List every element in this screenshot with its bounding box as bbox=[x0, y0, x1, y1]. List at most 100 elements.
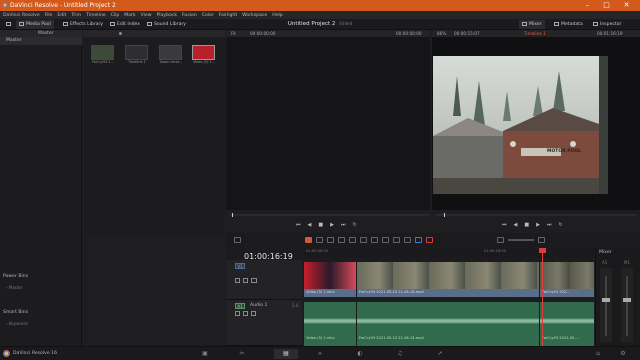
timeline-viewer[interactable]: MOTOR POOL ⏮ ◀ ■ ▶ ⏭ ↻ bbox=[432, 37, 640, 228]
play-icon[interactable]: ▶ bbox=[330, 222, 334, 228]
blade-tool-icon[interactable] bbox=[338, 237, 345, 243]
dynamic-trim-icon[interactable] bbox=[327, 237, 334, 243]
fusion-page-icon[interactable]: ⟡ bbox=[315, 349, 325, 359]
timeline-name[interactable]: Timeline 1 bbox=[524, 31, 546, 36]
selection-tool-icon[interactable] bbox=[305, 237, 312, 243]
smart-bin-keywords[interactable]: › Keywords bbox=[6, 321, 28, 326]
mute-icon[interactable] bbox=[251, 311, 256, 316]
settings-gear-icon[interactable]: ⚙ bbox=[618, 349, 628, 359]
stop-icon[interactable]: ■ bbox=[524, 222, 529, 228]
overwrite-clip-icon[interactable] bbox=[360, 237, 367, 243]
media-clip[interactable]: Timeline 1 bbox=[125, 45, 152, 64]
fairlight-page-icon[interactable]: ♫ bbox=[395, 349, 405, 359]
skip-back-icon[interactable]: ⏮ bbox=[296, 222, 301, 228]
clip-label: FarCry93 2021-05-10 21-06-14.mp4 bbox=[359, 336, 424, 340]
flag-icon[interactable] bbox=[415, 237, 422, 243]
video-enable-icon[interactable] bbox=[251, 278, 257, 283]
zoom-out-icon[interactable] bbox=[497, 237, 504, 243]
fader-knob[interactable] bbox=[623, 298, 631, 302]
loop-icon[interactable]: ↻ bbox=[352, 222, 356, 228]
play-icon[interactable]: ▶ bbox=[536, 222, 540, 228]
playhead-handle[interactable] bbox=[539, 248, 546, 253]
menu-item-help[interactable]: Help bbox=[272, 13, 282, 18]
maximize-button[interactable]: □ bbox=[602, 1, 611, 10]
bin-header: Master bbox=[0, 30, 82, 37]
link-icon[interactable] bbox=[393, 237, 400, 243]
skip-forward-icon[interactable]: ⏭ bbox=[341, 222, 346, 228]
timeline-zoom[interactable]: 86% bbox=[437, 31, 446, 36]
loop-icon[interactable]: ↻ bbox=[558, 222, 562, 228]
media-page-icon[interactable]: ▣ bbox=[200, 349, 210, 359]
skip-back-icon[interactable]: ⏮ bbox=[502, 222, 507, 228]
minimize-button[interactable]: – bbox=[583, 1, 592, 10]
solo-icon[interactable] bbox=[243, 311, 248, 316]
cut-page-icon[interactable]: ✂ bbox=[237, 349, 247, 359]
skip-forward-icon[interactable]: ⏭ bbox=[547, 222, 552, 228]
snapping-icon[interactable] bbox=[382, 237, 389, 243]
play-reverse-icon[interactable]: ◀ bbox=[514, 222, 518, 228]
menu-item-view[interactable]: View bbox=[141, 13, 152, 18]
timeline-ruler[interactable]: 01:00:00:00 01:00:16:00 bbox=[304, 248, 594, 258]
lock-icon[interactable] bbox=[235, 311, 240, 316]
home-icon[interactable]: ⌂ bbox=[593, 349, 603, 359]
timeline-playhead[interactable] bbox=[542, 250, 543, 346]
play-reverse-icon[interactable]: ◀ bbox=[308, 222, 312, 228]
marker-icon[interactable] bbox=[426, 237, 433, 243]
zoom-in-icon[interactable] bbox=[538, 237, 545, 243]
fader-knob[interactable] bbox=[602, 298, 610, 302]
timeline-viewer-playhead[interactable] bbox=[444, 213, 445, 217]
source-zoom[interactable]: Fit bbox=[231, 31, 236, 36]
mixer-button[interactable]: Mixer bbox=[519, 20, 545, 29]
stop-icon[interactable]: ■ bbox=[318, 222, 323, 228]
deliver-page-icon[interactable]: ➚ bbox=[435, 349, 445, 359]
trim-tool-icon[interactable] bbox=[316, 237, 323, 243]
clip-label: Timeline 1 bbox=[128, 60, 146, 64]
menu-item-mark[interactable]: Mark bbox=[124, 13, 135, 18]
media-clip[interactable]: Zoom recor... bbox=[159, 45, 186, 64]
video-clip[interactable]: Video (5) 1.mkv bbox=[304, 262, 356, 297]
menu-item-playback[interactable]: Playback bbox=[157, 13, 178, 18]
video-clip[interactable]: FarCry93 202... bbox=[540, 262, 594, 297]
media-clip[interactable]: Video (5) 1... bbox=[192, 45, 219, 64]
timeline: 01:00:16:19 01:00:00:00 01:00:16:00 V1 A… bbox=[226, 247, 594, 346]
clip-label: Video (5) 1... bbox=[193, 60, 215, 64]
insert-clip-icon[interactable] bbox=[349, 237, 356, 243]
audio-track-id[interactable]: A1 bbox=[235, 303, 245, 309]
replace-clip-icon[interactable] bbox=[371, 237, 378, 243]
menu-item-fusion[interactable]: Fusion bbox=[182, 13, 197, 18]
video-track-id[interactable]: V1 bbox=[235, 263, 245, 269]
inspector-button[interactable]: Inspector bbox=[590, 20, 624, 29]
pointer-tool-icon[interactable] bbox=[234, 237, 241, 243]
zoom-slider[interactable] bbox=[508, 239, 534, 241]
auto-select-icon[interactable] bbox=[243, 278, 248, 283]
position-lock-icon[interactable] bbox=[404, 237, 411, 243]
menu-item-workspace[interactable]: Workspace bbox=[242, 13, 267, 18]
video-clip[interactable]: FarCry93 2021-05-10 21-06-16.mp4 bbox=[357, 262, 539, 297]
audio-clip[interactable]: FarCry93 2021-05-10 21-06-14.mp4 bbox=[357, 302, 539, 346]
edit-page-icon[interactable]: ▤ bbox=[274, 349, 298, 359]
audio-clip[interactable]: FarCry93 2021-05-... bbox=[540, 302, 594, 346]
menu-item-trim[interactable]: Trim bbox=[71, 13, 81, 18]
lock-icon[interactable] bbox=[235, 278, 240, 283]
menu-item-edit[interactable]: Edit bbox=[57, 13, 66, 18]
timeline-scrubber[interactable] bbox=[436, 214, 636, 216]
menu-item-davinci[interactable]: DaVinci Resolve bbox=[3, 13, 40, 18]
source-scrubber[interactable] bbox=[230, 214, 430, 216]
power-bin-master[interactable]: › Master bbox=[6, 285, 23, 290]
audio-clip[interactable]: Video (5) 1.mkv bbox=[304, 302, 356, 346]
bin-item-master[interactable]: Master bbox=[0, 37, 82, 45]
color-page-icon[interactable]: ◐ bbox=[355, 349, 365, 359]
source-playhead[interactable] bbox=[232, 213, 233, 217]
close-button[interactable]: ✕ bbox=[622, 1, 631, 10]
menu-item-fairlight[interactable]: Fairlight bbox=[219, 13, 237, 18]
metadata-button[interactable]: Metadata bbox=[551, 20, 586, 29]
menu-item-timeline[interactable]: Timeline bbox=[86, 13, 106, 18]
menu-item-file[interactable]: File bbox=[45, 13, 53, 18]
pool-options-icon[interactable] bbox=[119, 32, 122, 35]
menu-item-clip[interactable]: Clip bbox=[111, 13, 120, 18]
source-viewer[interactable]: ⏮ ◀ ■ ▶ ⏭ ↻ bbox=[226, 37, 430, 228]
title-bar: DaVinci Resolve - Untitled Project 2 – □… bbox=[0, 0, 640, 11]
menu-item-color[interactable]: Color bbox=[202, 13, 214, 18]
media-clip[interactable]: FarCry93 2... bbox=[91, 45, 118, 64]
clip-thumbnail bbox=[125, 45, 148, 60]
